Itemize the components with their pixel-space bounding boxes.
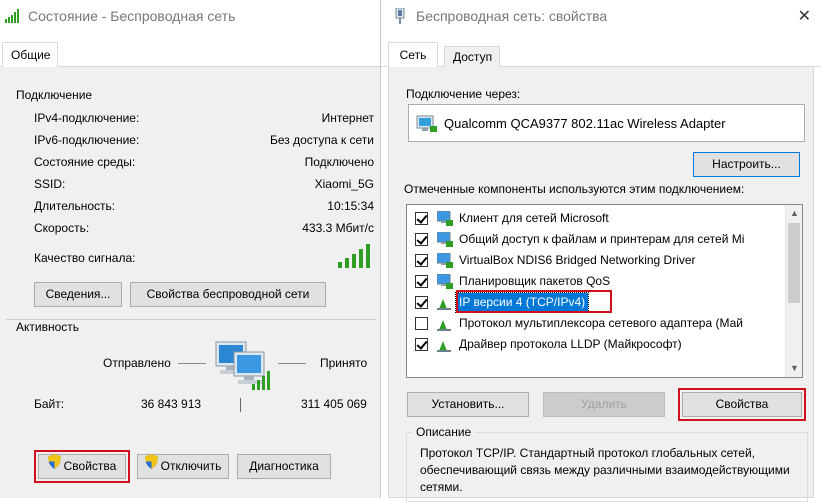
diagnose-button[interactable]: Диагностика — [237, 454, 331, 479]
adapter-icon — [416, 114, 438, 137]
ipv6-label: IPv6-подключение: — [34, 133, 140, 147]
highlight-frame — [456, 290, 612, 313]
ssid-value: Xiaomi_5G — [314, 177, 374, 191]
network-adapter-icon — [394, 7, 406, 27]
adapter-box: Qualcomm QCA9377 802.11ac Wireless Adapt… — [408, 104, 805, 142]
activity-header: Активность — [16, 320, 80, 334]
tab-general[interactable]: Общие — [2, 42, 58, 67]
signal-quality-label: Качество сигнала: — [34, 251, 136, 265]
status-window-titlebar[interactable]: Состояние - Беспроводная сеть — [0, 0, 380, 32]
row-ipv6: IPv6-подключение: Без доступа к сети — [34, 133, 374, 151]
signal-strength-icon — [338, 244, 372, 271]
status-tabbar: Общие — [0, 42, 380, 67]
speed-value: 433.3 Мбит/с — [302, 221, 374, 235]
received-line — [278, 363, 306, 364]
component-checkbox[interactable] — [415, 212, 428, 225]
uac-shield-icon — [144, 453, 158, 477]
adapter-name: Qualcomm QCA9377 802.11ac Wireless Adapt… — [444, 116, 726, 131]
description-header: Описание — [412, 425, 476, 439]
media-state-value: Подключено — [304, 155, 374, 169]
scrollbar-thumb[interactable] — [788, 223, 800, 303]
component-label: Драйвер протокола LLDP (Майкрософт) — [459, 337, 682, 351]
row-speed: Скорость: 433.3 Мбит/с — [34, 221, 374, 239]
speed-label: Скорость: — [34, 221, 90, 235]
status-window: Состояние - Беспроводная сеть Общие Подк… — [0, 0, 381, 498]
component-checkbox[interactable] — [415, 338, 428, 351]
close-icon[interactable]: ✕ — [798, 6, 811, 26]
component-checkbox[interactable] — [415, 296, 428, 309]
list-item[interactable]: Общий доступ к файлам и принтерам для се… — [415, 229, 785, 250]
description-text: Протокол TCP/IP. Стандартный протокол гл… — [420, 446, 790, 494]
wireless-properties-button[interactable]: Свойства беспроводной сети — [130, 282, 326, 307]
row-ipv4: IPv4-подключение: Интернет — [34, 111, 374, 129]
duration-label: Длительность: — [34, 199, 116, 213]
network-computers-icon — [214, 336, 274, 395]
ssid-label: SSID: — [34, 177, 66, 191]
status-window-title: Состояние - Беспроводная сеть — [28, 8, 236, 24]
received-label: Принято — [320, 356, 368, 370]
ipv4-label: IPv4-подключение: — [34, 111, 140, 125]
row-media-state: Состояние среды: Подключено — [34, 155, 374, 173]
configure-button[interactable]: Настроить... — [693, 152, 800, 177]
bytes-label: Байт: — [34, 397, 65, 411]
component-label: Планировщик пакетов QoS — [459, 274, 611, 288]
highlight-frame — [678, 388, 806, 421]
list-item[interactable]: VirtualBox NDIS6 Bridged Networking Driv… — [415, 250, 785, 271]
list-item[interactable]: Планировщик пакетов QoS — [415, 271, 785, 292]
bytes-received-value: 311 405 069 — [301, 397, 367, 411]
components-label: Отмеченные компоненты используются этим … — [404, 182, 745, 196]
component-label: Протокол мультиплексора сетевого адаптер… — [459, 316, 743, 330]
details-button[interactable]: Сведения... — [34, 282, 122, 307]
bytes-sent-value: 36 843 913 — [141, 397, 202, 411]
properties-window-title: Беспроводная сеть: свойства — [416, 8, 608, 24]
tab-network[interactable]: Сеть — [388, 42, 438, 67]
components-scrollbar[interactable]: ▲ ▼ — [785, 205, 802, 377]
row-ssid: SSID: Xiaomi_5G — [34, 177, 374, 195]
list-item[interactable]: Драйвер протокола LLDP (Майкрософт) — [415, 334, 785, 355]
component-label: VirtualBox NDIS6 Bridged Networking Driv… — [459, 253, 696, 267]
remove-button[interactable]: Удалить — [543, 392, 665, 417]
highlight-frame — [34, 450, 130, 483]
row-signal: Качество сигнала: — [34, 251, 374, 269]
component-checkbox[interactable] — [415, 233, 428, 246]
list-item[interactable]: Клиент для сетей Microsoft — [415, 208, 785, 229]
scroll-down-icon[interactable]: ▼ — [786, 360, 803, 377]
disable-button[interactable]: Отключить — [137, 453, 229, 479]
component-checkbox[interactable] — [415, 275, 428, 288]
connection-header: Подключение — [16, 88, 93, 102]
sent-label: Отправлено — [103, 356, 171, 370]
duration-value: 10:15:34 — [327, 199, 374, 213]
component-checkbox[interactable] — [415, 317, 428, 330]
properties-window-titlebar[interactable]: Беспроводная сеть: свойства ✕ — [381, 0, 821, 32]
ipv6-value: Без доступа к сети — [270, 133, 374, 147]
connect-using-label: Подключение через: — [406, 87, 521, 101]
scroll-up-icon[interactable]: ▲ — [786, 205, 803, 222]
media-state-label: Состояние среды: — [34, 155, 136, 169]
protocol-icon — [437, 337, 453, 359]
component-label: Общий доступ к файлам и принтерам для се… — [459, 232, 745, 246]
ipv4-value: Интернет — [321, 111, 374, 125]
activity-separator — [240, 398, 241, 412]
properties-tabbar: Сеть Доступ — [381, 42, 821, 67]
tab-sharing[interactable]: Доступ — [444, 46, 500, 67]
install-button[interactable]: Установить... — [407, 392, 529, 417]
signal-icon — [5, 9, 21, 26]
sent-line — [178, 363, 206, 364]
disable-label: Отключить — [160, 459, 222, 473]
row-duration: Длительность: 10:15:34 — [34, 199, 374, 217]
component-label: Клиент для сетей Microsoft — [459, 211, 609, 225]
list-item[interactable]: Протокол мультиплексора сетевого адаптер… — [415, 313, 785, 334]
component-checkbox[interactable] — [415, 254, 428, 267]
